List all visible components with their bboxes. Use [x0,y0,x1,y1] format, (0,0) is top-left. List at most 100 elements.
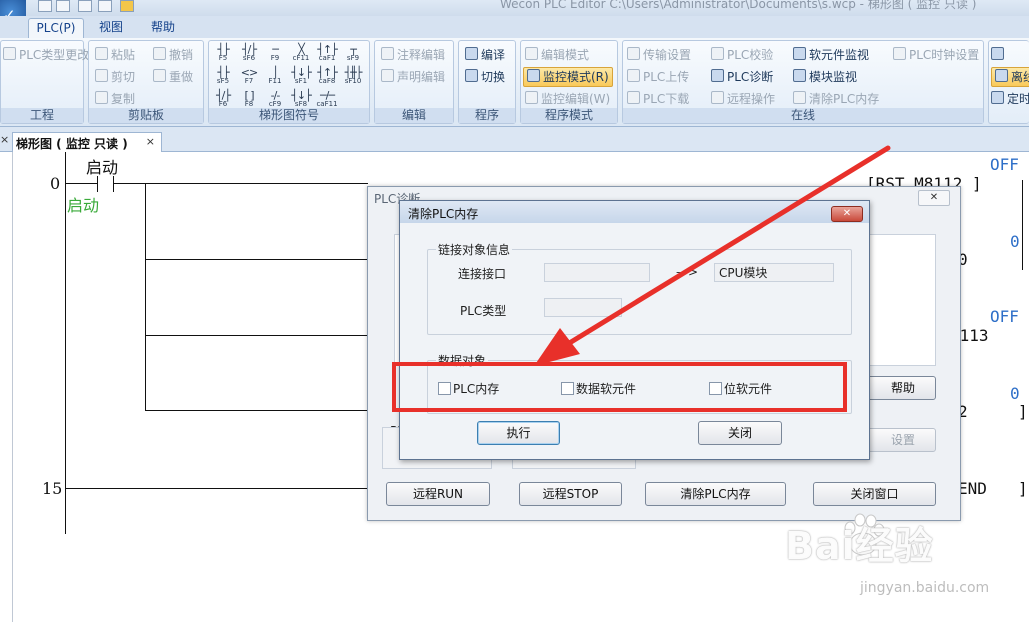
symbol-rising-parallel[interactable]: ┤↑├ caF8 [315,67,339,90]
end-instruction[interactable]: END [958,479,987,498]
monitor-value: 0 [1010,232,1020,251]
rung-number: 0 [50,174,61,193]
rung-wire [113,183,368,184]
open-file-icon[interactable] [56,0,70,12]
monitor-mode-button[interactable]: 监控模式(R) [523,67,613,87]
new-file-icon[interactable] [38,0,52,12]
remote-icon [711,91,724,104]
transfer-settings-button[interactable]: 传输设置 [627,45,691,65]
tab-ladder-diagram[interactable]: 梯形图 ( 监控 只读 ) × [12,132,162,152]
compile-button[interactable]: 编译 [465,45,505,65]
plc-type-icon [3,47,16,60]
symbol-cross[interactable]: ╳ cF11 [289,44,313,67]
clear-memory-button[interactable]: 清除PLC内存 [645,482,786,506]
group-label-online: 在线 [623,108,983,123]
module-monitor-icon [793,69,806,82]
bracket: ] [1018,402,1028,421]
plc-upload-button[interactable]: PLC上传 [627,67,689,87]
symbol-nc-parallel[interactable]: ┤/├ sF6 [237,44,261,67]
monitor-icon [527,69,540,82]
symbol-no-contact[interactable]: ┤├ F5 [211,44,235,67]
group-partial: 离线 定时 [988,40,1029,124]
download-icon [627,91,640,104]
contact-device-label: 启动 [67,196,100,215]
symbol-branch[interactable]: ┬ sF9 [341,44,365,67]
tab-view[interactable]: 视图 [88,18,134,37]
execute-button[interactable]: 执行 [477,421,560,445]
remote-stop-button[interactable]: 远程STOP [519,482,622,506]
left-power-rail [65,152,66,534]
undo-button[interactable]: 撤销 [153,45,193,65]
redo-button[interactable]: 重做 [153,67,193,87]
partial-button-1[interactable] [991,45,1007,65]
plc-type-change-button[interactable]: PLC类型更改 [3,45,89,65]
cut-button[interactable]: 剪切 [95,67,135,87]
monitor-edit-button[interactable]: 监控编辑(W) [525,89,610,109]
group-program-mode: 编辑模式 监控模式(R) 监控编辑(W) 程序模式 [520,40,618,124]
timer-button[interactable]: 定时 [991,89,1029,109]
plc-clock-button[interactable]: PLC时钟设置 [893,45,979,65]
switch-button[interactable]: 切换 [465,67,505,87]
title-bar: Wecon PLC Editor C:\Users\Administrator\… [0,0,1029,16]
group-ladder-symbols: ┤├ F5 ┤/├ sF6 ─ F9 ╳ cF11 ┤↑├ caF1 ┬ sF9 ┤├ sF5… [208,40,370,124]
symbol-vdelete[interactable]: ┤╫├ sF10 [341,67,365,90]
compile-icon [465,47,478,60]
tab-close-icon[interactable]: × [146,135,155,148]
contact-left-bar [97,176,98,192]
branch-wire [145,259,368,260]
remote-operation-button[interactable]: 远程操作 [711,89,775,109]
group-label-clipboard: 剪贴板 [89,108,203,123]
clear-plc-memory-button[interactable]: 清除PLC内存 [793,89,879,109]
folder-icon[interactable] [120,0,134,12]
tab-help[interactable]: 帮助 [140,18,186,37]
plc-type-label: PLC类型 [460,304,507,318]
comment-edit-button[interactable]: 注释编辑 [381,45,445,65]
tab-ladder-label: 梯形图 ( 监控 只读 ) [16,137,128,151]
symbol-vline[interactable]: │ F11 [263,67,287,90]
offline-button[interactable]: 离线 [991,67,1029,87]
ribbon: PLC类型更改 工程 粘贴 撤销 剪切 重做 复制 剪贴板 ┤├ F5 ┤/├ sF… [0,38,1029,127]
close-panel-icon[interactable]: × [0,133,9,146]
close-button[interactable]: 关闭 [698,421,782,445]
diag-close-button[interactable]: ✕ [918,190,950,206]
symbol-hline[interactable]: ─ F9 [263,44,287,67]
watermark: Bai经验 [785,524,934,568]
transfer-icon [627,47,640,60]
statement-edit-button[interactable]: 声明编辑 [381,67,445,87]
tools-icon[interactable] [98,0,112,12]
symbol-rising[interactable]: ┤↑├ caF1 [315,44,339,67]
rung-wire [65,488,368,489]
gutter-line [12,152,13,622]
plc-verify-button[interactable]: PLC校验 [711,45,773,65]
module-monitor-button[interactable]: 模块监视 [793,67,857,87]
undo-icon [153,47,166,60]
tab-plc[interactable]: PLC(P) [28,18,84,38]
paste-button[interactable]: 粘贴 [95,45,135,65]
contact-right-bar [113,176,114,192]
save-icon[interactable] [78,0,92,12]
statement-icon [381,69,394,82]
symbol-parallel-no[interactable]: ┤├ sF5 [211,67,235,90]
group-label-ladder-symbols: 梯形图符号 [209,108,369,123]
clear-icon [793,91,806,104]
monitor-edit-icon [525,91,538,104]
symbol-coil[interactable]: <> F7 [237,67,261,90]
rung-number: 15 [42,479,63,498]
group-clipboard: 粘贴 撤销 剪切 重做 复制 剪贴板 [88,40,204,124]
remote-run-button[interactable]: 远程RUN [386,482,490,506]
device-monitor-button[interactable]: 软元件监视 [793,45,869,65]
copy-icon [95,91,108,104]
plc-diagnose-button[interactable]: PLC诊断 [711,67,773,87]
copy-button[interactable]: 复制 [95,89,135,109]
close-window-button[interactable]: 关闭窗口 [813,482,936,506]
offline-icon [995,69,1008,82]
ribbon-tab-bar: PLC(P) 视图 帮助 [0,16,1029,39]
plc-download-button[interactable]: PLC下载 [627,89,689,109]
contact-comment: 启动 [86,158,119,177]
watermark-url: jingyan.baidu.com [860,580,990,596]
partial-icon-1 [991,47,1004,60]
edit-mode-button[interactable]: 编辑模式 [525,45,589,65]
clock-icon [893,47,906,60]
interface-label: 连接接口 [458,267,507,281]
symbol-falling[interactable]: ┤↓├ sF1 [289,67,313,90]
